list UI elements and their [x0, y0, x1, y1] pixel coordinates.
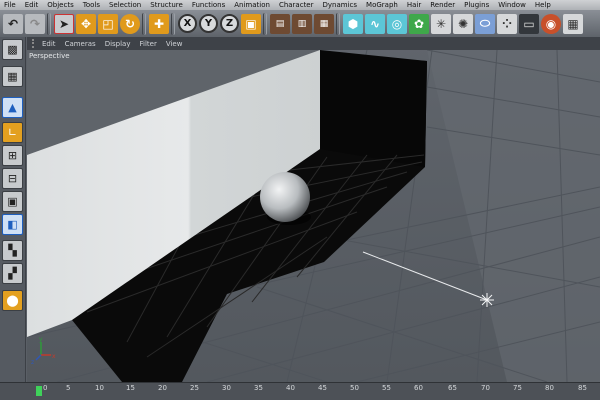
timeline-tick: 20 [158, 384, 167, 392]
menu-render[interactable]: Render [430, 0, 455, 10]
model-mode-icon[interactable]: ▲ [2, 97, 23, 118]
scale-icon[interactable]: ◰ [98, 13, 118, 34]
render-settings-icon[interactable]: ▦ [314, 13, 334, 34]
texture-mode-icon[interactable]: ▦ [2, 66, 23, 87]
coordinate-system-icon[interactable]: ▣ [241, 13, 261, 34]
redo-icon[interactable]: ↷ [25, 13, 45, 34]
animation-mode-icon[interactable]: ◧ [2, 214, 23, 235]
solo-icon[interactable]: ⬤ [2, 290, 23, 311]
timeline-tick: 85 [578, 384, 587, 392]
recent-tools-icon[interactable]: ✚ [149, 13, 169, 34]
cinema4d-window: File Edit Objects Tools Selection Struct… [0, 0, 600, 400]
gizmo-z-label: z [31, 359, 34, 366]
deformer-icon[interactable]: ✳ [431, 13, 451, 34]
current-frame-marker[interactable] [36, 386, 42, 396]
live-select-icon[interactable]: ➤ [54, 13, 74, 34]
move-icon[interactable]: ✥ [76, 13, 96, 34]
timeline-tick: 65 [448, 384, 457, 392]
workplane-icon[interactable]: ▚ [2, 240, 23, 261]
polygons-mode-icon[interactable]: ▣ [2, 191, 23, 212]
menu-animation[interactable]: Animation [234, 0, 270, 10]
timeline-tick: 15 [126, 384, 135, 392]
menu-dynamics[interactable]: Dynamics [323, 0, 358, 10]
edges-mode-icon[interactable]: ⊟ [2, 168, 23, 189]
timeline-tick: 35 [254, 384, 263, 392]
menu-tools[interactable]: Tools [83, 0, 100, 10]
snapping-icon[interactable]: ▞ [2, 263, 23, 284]
menu-functions[interactable]: Functions [192, 0, 225, 10]
scene-object-icon[interactable]: ✺ [453, 13, 473, 34]
menu-edit[interactable]: Edit [25, 0, 39, 10]
points-mode-icon[interactable]: ⊞ [2, 145, 23, 166]
menu-structure[interactable]: Structure [150, 0, 183, 10]
menu-mograph[interactable]: MoGraph [366, 0, 398, 10]
floor-icon[interactable]: ▭ [519, 13, 539, 34]
viewport-menu-display[interactable]: Display [105, 40, 131, 48]
toolbar-divider [263, 12, 267, 35]
menu-selection[interactable]: Selection [109, 0, 141, 10]
viewport-menu-cameras[interactable]: Cameras [65, 40, 96, 48]
timeline-tick: 50 [350, 384, 359, 392]
menu-objects[interactable]: Objects [47, 0, 73, 10]
timeline-tick: 30 [222, 384, 231, 392]
cube-primitive-icon[interactable]: ⬢ [343, 13, 363, 34]
object-axis-icon[interactable]: ∟ [2, 122, 23, 143]
viewport-menu-filter[interactable]: Filter [140, 40, 157, 48]
undo-icon[interactable]: ↶ [3, 13, 23, 34]
x-axis-lock-icon[interactable]: X [178, 14, 197, 33]
menu-character[interactable]: Character [279, 0, 314, 10]
timeline-tick: 70 [481, 384, 490, 392]
nurbs-icon[interactable]: ◎ [387, 13, 407, 34]
menu-plugins[interactable]: Plugins [464, 0, 489, 10]
y-axis-lock-icon[interactable]: Y [199, 14, 218, 33]
spline-icon[interactable]: ∿ [365, 13, 385, 34]
viewport-menu-edit[interactable]: Edit [42, 40, 56, 48]
timeline-tick: 45 [318, 384, 327, 392]
rotate-icon[interactable]: ↻ [120, 13, 140, 34]
viewport-menu-view[interactable]: View [166, 40, 183, 48]
gizmo-x-label: x [52, 353, 56, 360]
camera-icon[interactable]: ⬭ [475, 13, 495, 34]
render-view-icon[interactable]: ▤ [270, 13, 290, 34]
left-mode-palette: ▩ ▦ ▲ ∟ ⊞ ⊟ ▣ ◧ ▚ ▞ ⬤ [0, 37, 26, 382]
toolbar-divider [47, 12, 51, 35]
viewport-grip-icon[interactable] [32, 39, 38, 48]
timeline-tick: 40 [286, 384, 295, 392]
back-shadow-wall [320, 50, 427, 167]
light-icon[interactable]: ⁘ [497, 13, 517, 34]
timeline-tick: 75 [513, 384, 522, 392]
toolbar-divider [336, 12, 340, 35]
menu-window[interactable]: Window [498, 0, 526, 10]
perspective-viewport[interactable]: y x z Edit Cameras Display Filter View P… [27, 37, 600, 382]
timeline-tick: 60 [414, 384, 423, 392]
timeline-tick: 0 [43, 384, 48, 392]
viewport-menu-bar: Edit Cameras Display Filter View [27, 37, 600, 50]
menu-file[interactable]: File [4, 0, 16, 10]
timeline-ruler[interactable]: 0 5 10 15 20 25 30 35 40 45 50 55 60 65 … [0, 382, 600, 400]
record-icon[interactable]: ◉ [541, 13, 561, 34]
main-toolbar: ↶ ↷ ➤ ✥ ◰ ↻ ✚ X Y Z ▣ ▤ ▥ ▦ ⬢ ∿ ◎ ✿ ✳ ✺ … [0, 10, 600, 37]
menu-help[interactable]: Help [535, 0, 551, 10]
timeline-tick: 10 [95, 384, 104, 392]
toolbar-divider [171, 12, 175, 35]
light-object-icon [480, 293, 494, 307]
viewport-camera-label: Perspective [29, 52, 70, 60]
make-editable-icon[interactable]: ▩ [2, 39, 23, 60]
toolbar-divider [142, 12, 146, 35]
menu-bar: File Edit Objects Tools Selection Struct… [0, 0, 600, 10]
render-picture-viewer-icon[interactable]: ▥ [292, 13, 312, 34]
sphere [260, 172, 310, 222]
gizmo-y-label: y [39, 336, 43, 343]
timeline-tick: 25 [190, 384, 199, 392]
timeline-tick: 5 [66, 384, 71, 392]
z-axis-lock-icon[interactable]: Z [220, 14, 239, 33]
scene-render: y x z [27, 37, 600, 382]
timeline-icon[interactable]: ▦ [563, 13, 583, 34]
timeline-tick: 80 [545, 384, 554, 392]
timeline-tick: 55 [382, 384, 391, 392]
menu-hair[interactable]: Hair [407, 0, 421, 10]
array-icon[interactable]: ✿ [409, 13, 429, 34]
